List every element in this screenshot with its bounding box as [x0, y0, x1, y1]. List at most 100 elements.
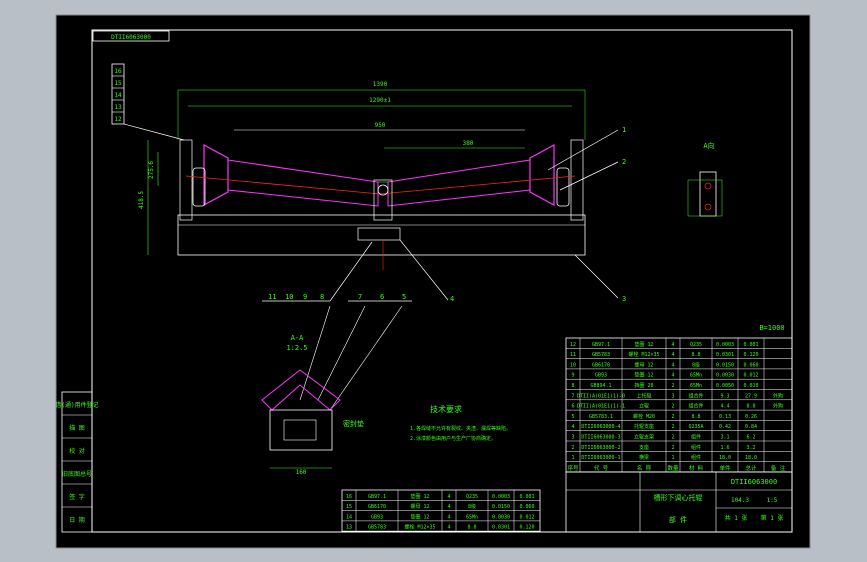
bom-cell: 0.001 [519, 494, 534, 500]
bom-cell: 0.012 [743, 373, 758, 379]
bom-cell: 螺栓 M12×35 [628, 351, 659, 358]
tech-title: 技术要求 [430, 404, 462, 414]
balloon-label: 7 [358, 293, 362, 301]
bom-cell: 立辊 [639, 403, 649, 410]
drawing-scale: 1:5 [767, 497, 778, 504]
bom-cell: 0.120 [519, 525, 534, 531]
inner-width-dim: 1290±1 [369, 97, 391, 104]
bom-cell: 垫圈 12 [410, 513, 429, 520]
bom-header-cell: 单件 [719, 464, 731, 472]
bom-cell: 3 [671, 393, 674, 399]
bom-cell: 9.3 [720, 393, 729, 399]
left-height-dim: 275.6 [148, 161, 155, 179]
bom-header-cell: 名 称 [637, 464, 652, 472]
bom-cell: 4 [671, 342, 674, 348]
bom-cell: 9 [571, 373, 574, 379]
bom-cell: 8.8 [691, 414, 700, 420]
bom-cell: 27.9 [745, 393, 757, 399]
side-label: 校 对 [69, 447, 85, 455]
bom-cell: 0.42 [719, 424, 731, 430]
bom-cell: GB894.1 [590, 383, 611, 389]
bom-cell: GB97.1 [368, 494, 386, 500]
bom-cell: 18.0 [719, 455, 731, 461]
bom-cell: 螺栓 M12×35 [404, 524, 435, 531]
balloon-label: 2 [622, 158, 626, 166]
bw-label: B=1000 [759, 324, 784, 332]
bom-cell: 2 [671, 435, 674, 441]
balloon-label: 3 [622, 295, 626, 303]
section-width-dim: 160 [296, 469, 307, 476]
balloon-label: 10 [285, 293, 293, 301]
bom-cell: 支座 [639, 444, 649, 451]
bom-cell: GB93 [595, 373, 607, 379]
bom-header-cell: 备 注 [771, 464, 786, 472]
section-label: A-A [291, 334, 304, 342]
side-length-dim: 380 [463, 140, 474, 147]
bom-cell: 挡圈 20 [634, 382, 653, 389]
part-number: 12 [114, 116, 122, 123]
bom-cell: 5 [571, 414, 574, 420]
bom-cell: 0.120 [743, 352, 758, 358]
drawing-number: DTII6063000 [731, 478, 777, 486]
roller-span-dim: 950 [375, 122, 386, 129]
sheet-current: 第 1 张 [761, 514, 784, 522]
bom-cell: 0.0150 [716, 362, 734, 368]
bom-cell: 6 [571, 404, 574, 410]
bom-cell: 0.0003 [492, 494, 510, 500]
bom-cell: 1 [571, 455, 574, 461]
balloon-label: 8 [320, 293, 324, 301]
bom-cell: 立辊支架 [634, 434, 654, 441]
bom-cell: 组件 [691, 434, 701, 441]
bom-cell: 垫圈 12 [634, 341, 653, 348]
bom-cell: 1.6 [720, 445, 729, 451]
bom-cell: 6.2 [746, 435, 755, 441]
bom-cell: 8.8 [746, 404, 755, 410]
bom-cell: 4 [671, 352, 674, 358]
bom-cell: 8级 [468, 503, 476, 510]
bom-cell: 65Mn [690, 373, 702, 379]
bom-cell: 4 [671, 373, 674, 379]
bom-cell: 0.0301 [716, 352, 734, 358]
bom-header-cell: 材 料 [689, 464, 704, 472]
bom-cell: 0.84 [745, 424, 757, 430]
bom-cell: 0.0003 [716, 342, 734, 348]
bom-cell: 14 [346, 514, 352, 520]
bom-cell: 0.0301 [492, 525, 510, 531]
bom-cell: GB5783 [592, 352, 610, 358]
bom-cell: 外购 [773, 403, 783, 410]
bom-cell: 4 [447, 514, 450, 520]
bom-cell: 65Mn [690, 383, 702, 389]
part-number: 15 [114, 80, 122, 87]
bom-cell: 2 [571, 445, 574, 451]
bom-cell: 3 [571, 435, 574, 441]
height-dim: 418.5 [138, 191, 145, 209]
bom-cell: 0.060 [519, 504, 534, 510]
bom-cell: 横梁 [639, 454, 649, 461]
bom-cell: 4 [447, 504, 450, 510]
bom-cell: 1 [671, 455, 674, 461]
bom-cell: 4 [571, 424, 574, 430]
balloon-label: 5 [402, 293, 406, 301]
bom-cell: 螺栓 M20 [633, 413, 655, 420]
bom-cell: 3.1 [720, 435, 729, 441]
bom-cell: 2 [671, 424, 674, 430]
bom-cell: 0.13 [719, 414, 731, 420]
bom-cell: 3.2 [746, 445, 755, 451]
cad-drawing-canvas: DTII6063000 借(通)用件登记 描 图 校 对 旧底图总号 签 字 日… [55, 14, 811, 549]
bom-cell: 11 [570, 352, 576, 358]
bom-cell: 0.010 [743, 383, 758, 389]
bom-cell: GB6170 [368, 504, 386, 510]
part-number: 16 [114, 68, 122, 75]
side-label: 借(通)用件登记 [55, 401, 98, 409]
bom-cell: GB5783 [368, 525, 386, 531]
bom-cell: 15 [346, 504, 352, 510]
bom-cell: 0.012 [519, 514, 534, 520]
bom-cell: 12 [570, 342, 576, 348]
side-label: 签 字 [69, 493, 85, 501]
drawing-name: 槽形下调心托辊 [654, 493, 703, 502]
balloon-label: 11 [268, 293, 276, 301]
bom-cell: 8.8 [467, 525, 476, 531]
bom-cell: 4 [447, 494, 450, 500]
side-label: 日 期 [69, 516, 85, 524]
bom-cell: 0.0050 [716, 383, 734, 389]
